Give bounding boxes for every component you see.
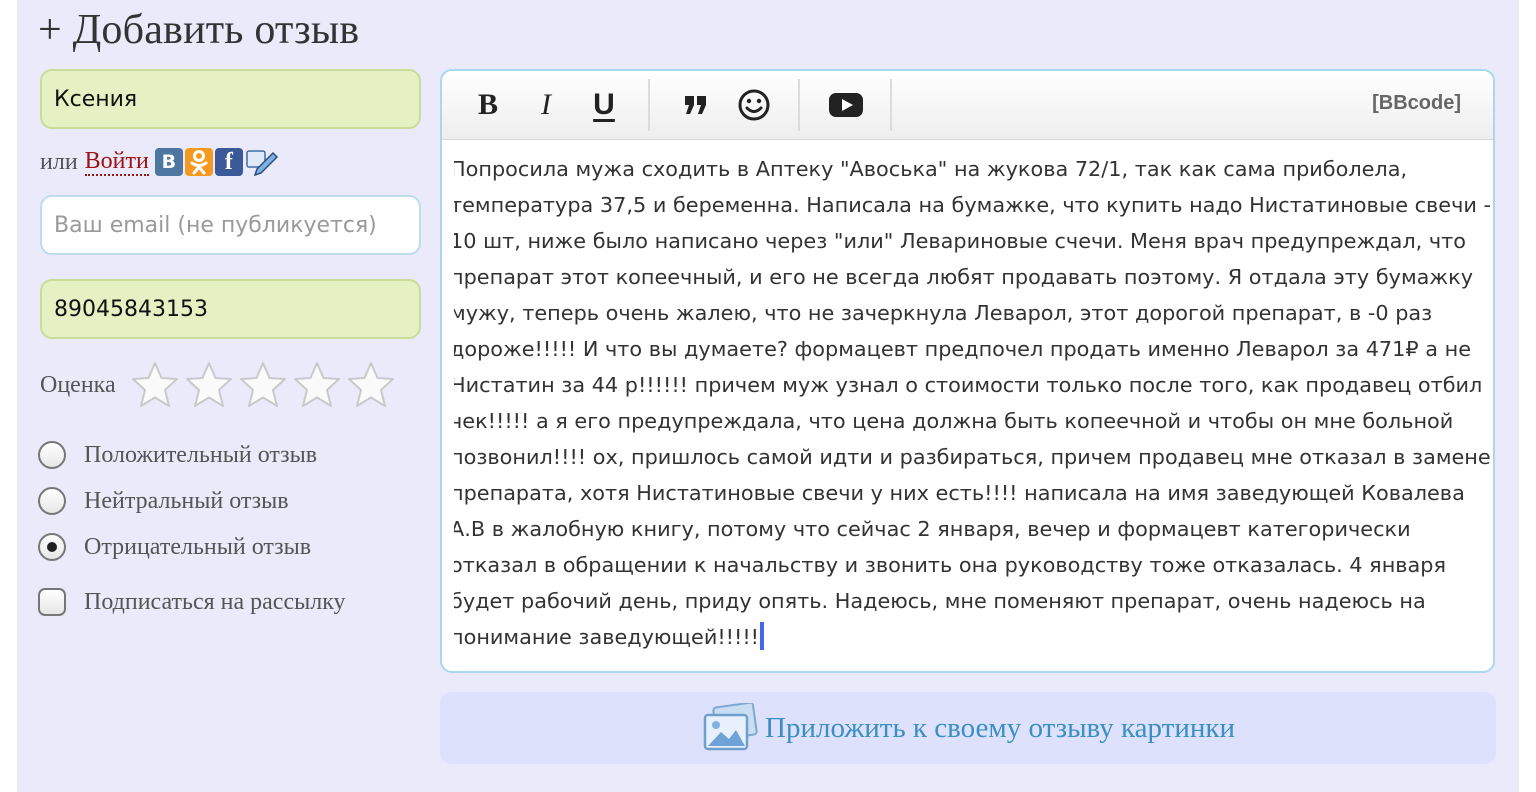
option-neutral-label: Нейтральный отзыв <box>84 487 289 514</box>
text-caret <box>760 622 765 650</box>
quote-icon <box>685 96 706 114</box>
star-icon[interactable] <box>184 360 234 410</box>
rating-label: Оценка <box>40 371 116 398</box>
name-field[interactable]: Ксения <box>40 69 421 129</box>
ok-login-icon[interactable] <box>184 148 213 176</box>
radio-negative[interactable] <box>38 533 66 561</box>
login-link[interactable]: Войти <box>84 148 149 176</box>
option-negative-label: Отрицательный отзыв <box>84 533 312 560</box>
quote-button[interactable] <box>674 83 718 127</box>
phone-field[interactable]: 89045843153 <box>40 279 421 339</box>
editor-toolbar: B I U [BBcode] <box>442 71 1493 140</box>
radio-positive[interactable] <box>38 441 66 469</box>
facebook-login-icon[interactable]: f <box>214 148 243 176</box>
youtube-button[interactable] <box>824 83 868 127</box>
smiley-icon <box>738 89 770 121</box>
italic-button[interactable]: I <box>524 83 568 127</box>
login-prefix: или <box>40 148 78 175</box>
phone-field-value: 89045843153 <box>54 296 208 322</box>
name-field-value: Ксения <box>54 86 138 112</box>
attach-images-button[interactable]: Приложить к своему отзыву картинки <box>440 692 1496 764</box>
social-login-group: В f <box>154 148 279 177</box>
review-text: Попросила мужа сходить в Аптеку "Авоська… <box>454 157 1492 650</box>
italic-icon: I <box>541 88 551 121</box>
underline-icon: U <box>593 88 615 121</box>
star-icon[interactable] <box>346 360 396 410</box>
youtube-icon <box>829 93 863 117</box>
subscribe-label: Подписаться на рассылку <box>84 588 346 615</box>
subscribe-option[interactable]: Подписаться на рассылку <box>38 585 346 619</box>
underline-button[interactable]: U <box>582 83 626 127</box>
subscribe-checkbox[interactable] <box>38 588 66 616</box>
rating-stars <box>130 360 396 410</box>
email-placeholder: Ваш email (не публикуется) <box>54 212 377 238</box>
option-positive[interactable]: Положительный отзыв <box>38 438 317 472</box>
toolbar-divider <box>890 79 892 131</box>
bold-button[interactable]: B <box>466 83 510 127</box>
page-title: + Добавить отзыв <box>38 7 360 53</box>
emoji-button[interactable] <box>732 83 776 127</box>
star-icon[interactable] <box>130 360 180 410</box>
star-icon[interactable] <box>238 360 288 410</box>
radio-neutral[interactable] <box>38 487 66 515</box>
option-neutral[interactable]: Нейтральный отзыв <box>38 484 289 518</box>
option-positive-label: Положительный отзыв <box>84 441 318 468</box>
bold-icon: B <box>477 88 498 121</box>
bbcode-mode-toggle[interactable]: [BBcode] <box>1372 92 1461 115</box>
star-icon[interactable] <box>292 360 342 410</box>
pictures-icon <box>703 703 758 751</box>
review-editor: B I U [BBcode] Попросила мужа сходить в … <box>440 69 1495 673</box>
toolbar-divider <box>798 79 800 131</box>
rating-row: Оценка <box>40 360 396 410</box>
toolbar-divider <box>648 79 650 131</box>
option-negative[interactable]: Отрицательный отзыв <box>38 530 311 564</box>
login-row: или Войти В f <box>40 142 279 182</box>
vk-login-icon[interactable]: В <box>154 148 183 176</box>
pencil-edit-icon[interactable] <box>245 148 279 177</box>
attach-images-label: Приложить к своему отзыву картинки <box>765 711 1235 744</box>
review-textarea[interactable]: Попросила мужа сходить в Аптеку "Авоська… <box>454 151 1493 661</box>
email-field[interactable]: Ваш email (не публикуется) <box>40 195 421 255</box>
